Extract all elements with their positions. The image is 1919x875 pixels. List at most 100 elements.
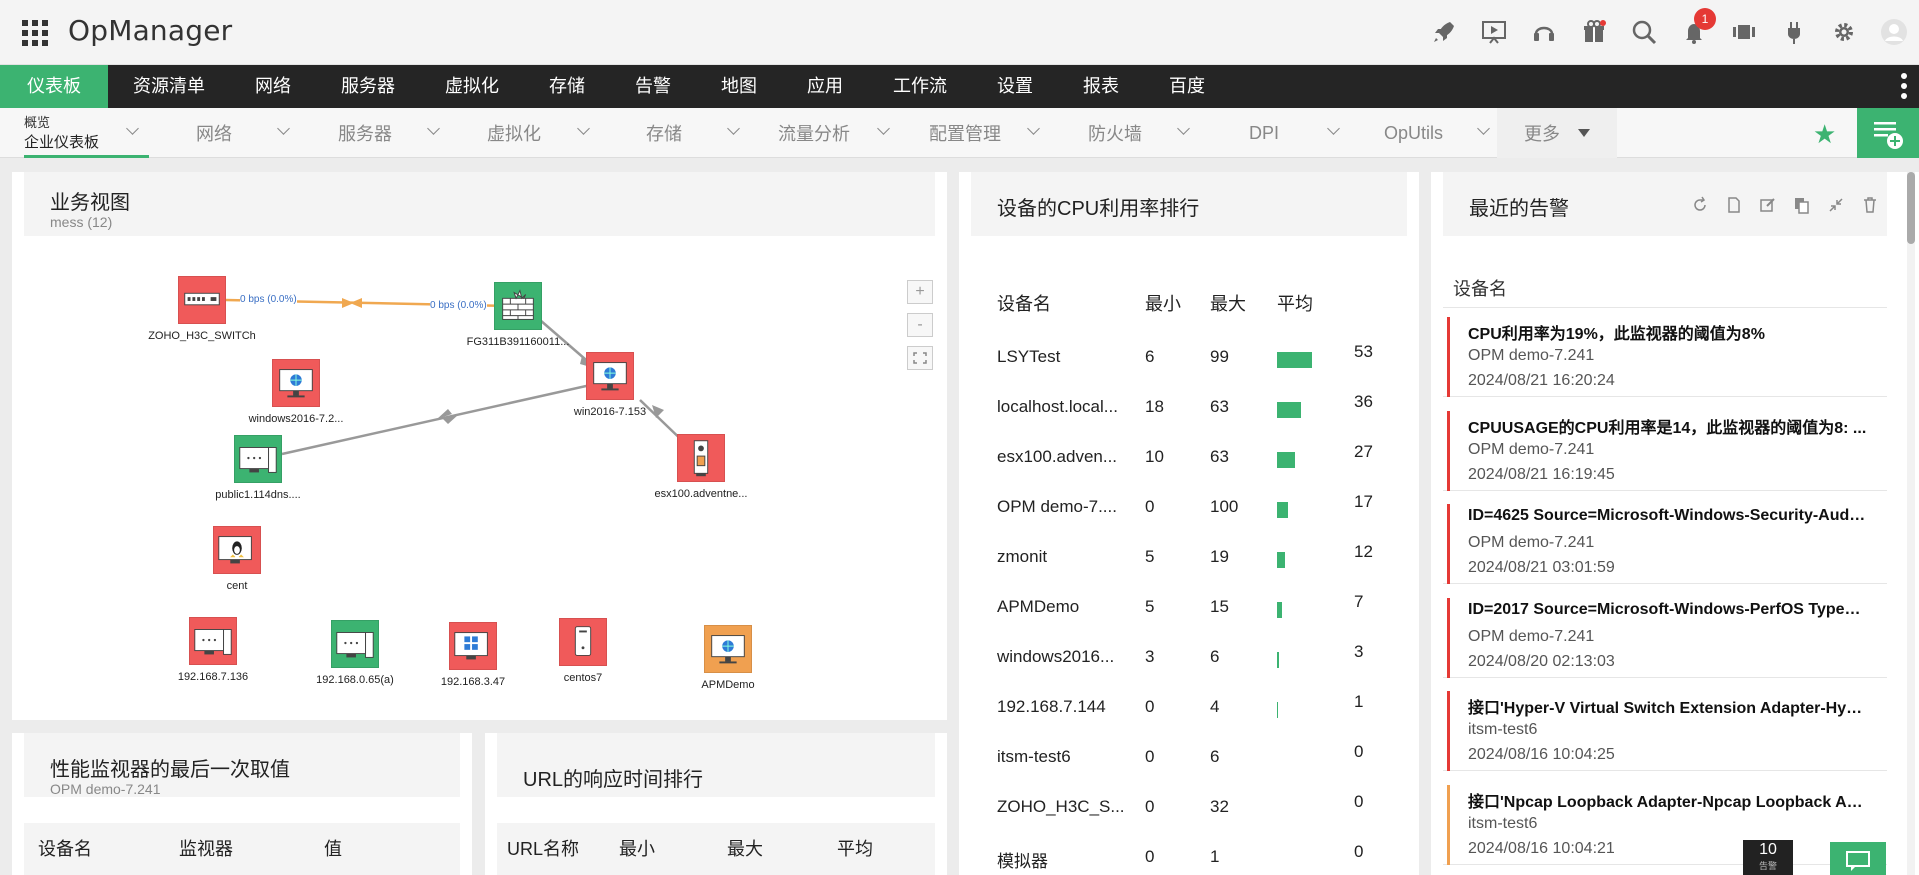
bell-icon[interactable]: 1 [1669,8,1719,52]
alarm-item[interactable]: 接口'Npcap Loopback Adapter-Npcap Loopback… [1443,777,1887,865]
nav-dashboard[interactable]: 仪表板 [0,65,108,108]
collapse-icon[interactable] [1827,196,1845,214]
cpu-col-device[interactable]: 设备名 [997,290,1051,316]
chevron-down-icon[interactable] [577,122,590,135]
cpu-device-name[interactable]: ZOHO_H3C_S... [997,797,1125,817]
table-row[interactable]: 模拟器 0 1 0 [959,832,1399,875]
alarm-message[interactable]: 接口'Npcap Loopback Adapter-Npcap Loopback… [1468,788,1868,812]
headset-icon[interactable] [1519,12,1569,52]
table-row[interactable]: LSYTest 6 99 53 [959,332,1399,382]
node-cent[interactable]: cent [213,526,261,592]
perf-col-monitor[interactable]: 监视器 [179,835,233,861]
cpu-device-name[interactable]: windows2016... [997,647,1114,667]
table-row[interactable]: esx100.adven... 10 63 27 [959,432,1399,482]
alarm-item[interactable]: CPU利用率为19%，此监视器的阈值为8% OPM demo-7.241 2024/… [1443,309,1887,397]
node-192-168-3-47[interactable]: 192.168.3.47 [441,622,505,688]
node-public-114dns[interactable]: public1.114dns.... [215,435,301,501]
cpu-col-min[interactable]: 最小 [1145,290,1181,316]
chat-button[interactable] [1830,842,1886,875]
subnav-dpi[interactable]: DPI [1249,108,1279,158]
app-brand[interactable]: OpManager [68,14,232,47]
table-row[interactable]: zmonit 5 19 12 [959,532,1399,582]
url-col-min[interactable]: 最小 [619,835,655,861]
table-row[interactable]: ZOHO_H3C_S... 0 32 0 [959,782,1399,832]
alarm-count-badge[interactable]: 10 告警 [1743,840,1793,875]
table-row[interactable]: windows2016... 3 6 3 [959,632,1399,682]
cpu-device-name[interactable]: LSYTest [997,347,1060,367]
subnav-virtualization[interactable]: 虚拟化 [487,108,541,158]
chevron-down-icon[interactable] [1477,122,1490,135]
apps-grid-icon[interactable] [22,20,48,46]
node-win2016-7153[interactable]: win2016-7.153 [574,352,646,418]
subnav-more[interactable]: 更多 [1497,108,1617,158]
chevron-down-icon[interactable] [1327,122,1340,135]
table-row[interactable]: localhost.local... 18 63 36 [959,382,1399,432]
more-menu-icon[interactable] [1901,73,1907,99]
alarm-item[interactable]: 接口'Hyper-V Virtual Switch Extension Adap… [1443,683,1887,771]
table-row[interactable]: OPM demo-7.... 0 100 17 [959,482,1399,532]
table-row[interactable]: 192.168.7.144 0 4 1 [959,682,1399,732]
table-row[interactable]: itsm-test6 0 6 0 [959,732,1399,782]
search-icon[interactable] [1619,12,1669,52]
nav-virtualization[interactable]: 虚拟化 [420,65,524,108]
subnav-servers[interactable]: 服务器 [338,108,392,158]
node-firewall[interactable]: FG311B391160011... [467,282,569,348]
nav-network[interactable]: 网络 [230,65,316,108]
nav-storage[interactable]: 存储 [524,65,610,108]
perf-col-value[interactable]: 值 [324,835,342,861]
cpu-device-name[interactable]: itsm-test6 [997,747,1071,767]
nav-apps[interactable]: 应用 [782,65,868,108]
alarm-message[interactable]: 接口'Hyper-V Virtual Switch Extension Adap… [1468,694,1868,718]
refresh-icon[interactable] [1691,196,1709,214]
gear-icon[interactable] [1819,12,1869,52]
plug-icon[interactable] [1769,12,1819,52]
subnav-config-management[interactable]: 配置管理 [929,108,1001,158]
favorite-star-icon[interactable]: ★ [1813,119,1836,150]
url-col-name[interactable]: URL名称 [507,835,579,861]
chevron-down-icon[interactable] [727,122,740,135]
alarm-item[interactable]: CPUUSAGE的CPU利用率是14，此监视器的阈值为8: ... OPM dem… [1443,403,1887,491]
document-icon[interactable] [1725,196,1743,214]
alarm-scrollbar[interactable] [1907,172,1915,875]
perf-col-device[interactable]: 设备名 [38,835,92,861]
alarm-item[interactable]: ID=2017 Source=Microsoft-Windows-PerfOS … [1443,590,1887,678]
cpu-device-name[interactable]: 192.168.7.144 [997,697,1106,717]
cpu-col-avg[interactable]: 平均 [1277,290,1313,316]
chevron-down-icon[interactable] [1177,122,1190,135]
user-avatar-icon[interactable] [1869,12,1919,52]
subnav-firewall[interactable]: 防火墙 [1088,108,1142,158]
cpu-device-name[interactable]: 模拟器 [997,847,1048,872]
alarm-message[interactable]: ID=4625 Source=Microsoft-Windows-Securit… [1468,507,1868,525]
alarm-message[interactable]: ID=2017 Source=Microsoft-Windows-PerfOS … [1468,601,1868,619]
url-col-max[interactable]: 最大 [727,835,763,861]
nav-maps[interactable]: 地图 [696,65,782,108]
alarm-message[interactable]: CPU利用率为19%，此监视器的阈值为8% [1468,320,1868,344]
cpu-device-name[interactable]: localhost.local... [997,397,1118,417]
film-strip-icon[interactable] [1719,12,1769,52]
subnav-flow-analysis[interactable]: 流量分析 [778,108,850,158]
alarm-item[interactable]: ID=4625 Source=Microsoft-Windows-Securit… [1443,496,1887,584]
subnav-network[interactable]: 网络 [196,108,232,158]
node-apmdemo[interactable]: APMDemo [701,625,755,691]
node-esx100[interactable]: esx100.adventne... [655,434,747,500]
add-widget-button[interactable] [1857,108,1919,158]
chevron-down-icon[interactable] [427,122,440,135]
subnav-oputils[interactable]: OpUtils [1384,108,1443,158]
cpu-col-max[interactable]: 最大 [1210,290,1246,316]
edit-icon[interactable] [1759,196,1777,214]
trash-icon[interactable] [1861,196,1879,214]
nav-servers[interactable]: 服务器 [316,65,420,108]
alarm-message[interactable]: CPUUSAGE的CPU利用率是14，此监视器的阈值为8: ... [1468,414,1868,438]
copy-icon[interactable] [1793,196,1811,214]
table-row[interactable]: APMDemo 5 15 7 [959,582,1399,632]
subnav-storage[interactable]: 存储 [646,108,682,158]
presentation-play-icon[interactable] [1469,12,1519,52]
cpu-device-name[interactable]: OPM demo-7.... [997,497,1117,517]
node-zoho-switch[interactable]: ZOHO_H3C_SWITCh [148,276,256,342]
alarm-scrollbar-thumb[interactable] [1907,172,1915,244]
chevron-down-icon[interactable] [877,122,890,135]
nav-alarms[interactable]: 告警 [610,65,696,108]
cpu-device-name[interactable]: APMDemo [997,597,1079,617]
rocket-icon[interactable] [1419,12,1469,52]
url-col-avg[interactable]: 平均 [837,835,873,861]
